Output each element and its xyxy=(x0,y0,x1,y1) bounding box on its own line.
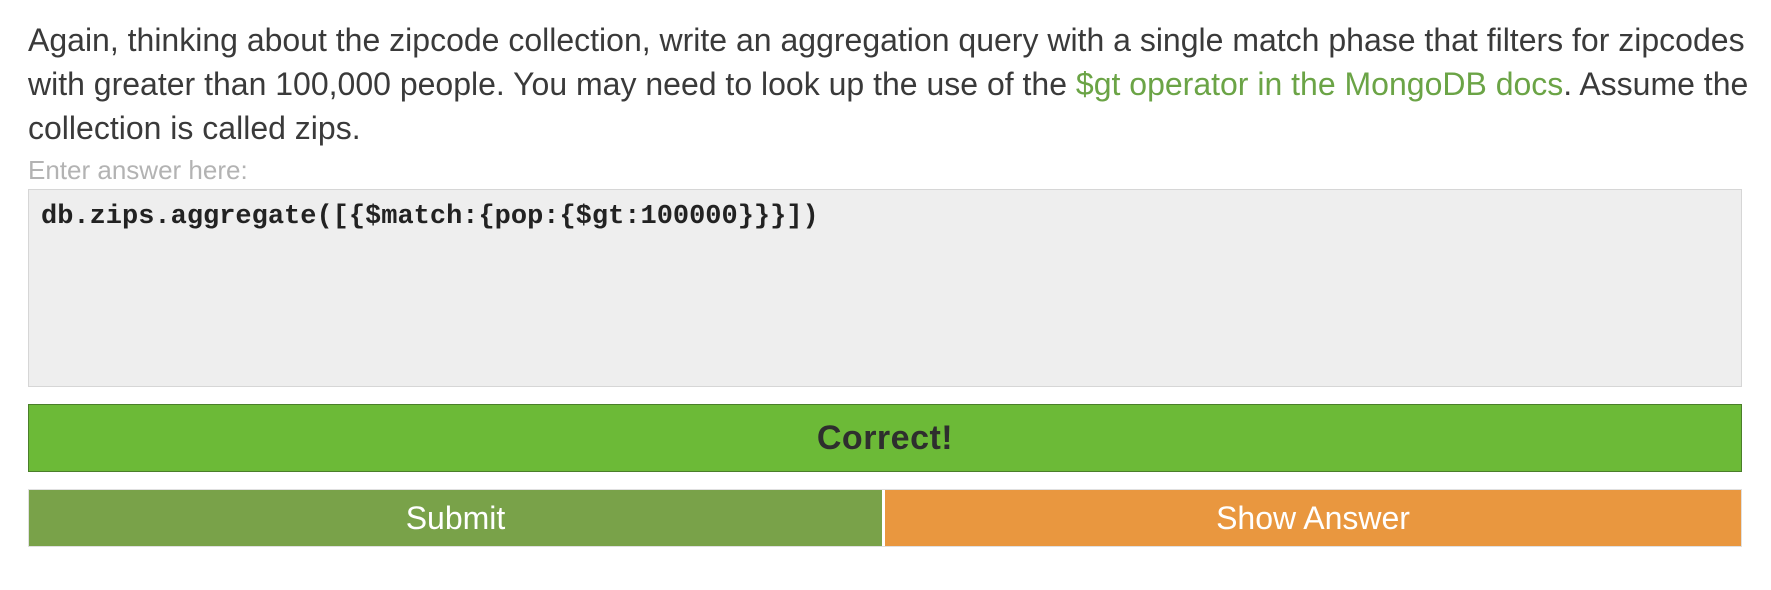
action-buttons: Submit Show Answer xyxy=(28,489,1742,547)
mongodb-docs-link[interactable]: $gt operator in the MongoDB docs xyxy=(1076,66,1563,102)
correct-banner: Correct! xyxy=(28,404,1742,472)
answer-label: Enter answer here: xyxy=(28,155,248,185)
submit-button[interactable]: Submit xyxy=(29,490,885,546)
answer-input[interactable]: db.zips.aggregate([{$match:{pop:{$gt:100… xyxy=(28,189,1742,387)
question-text: Again, thinking about the zipcode collec… xyxy=(28,18,1758,150)
show-answer-button[interactable]: Show Answer xyxy=(885,490,1741,546)
